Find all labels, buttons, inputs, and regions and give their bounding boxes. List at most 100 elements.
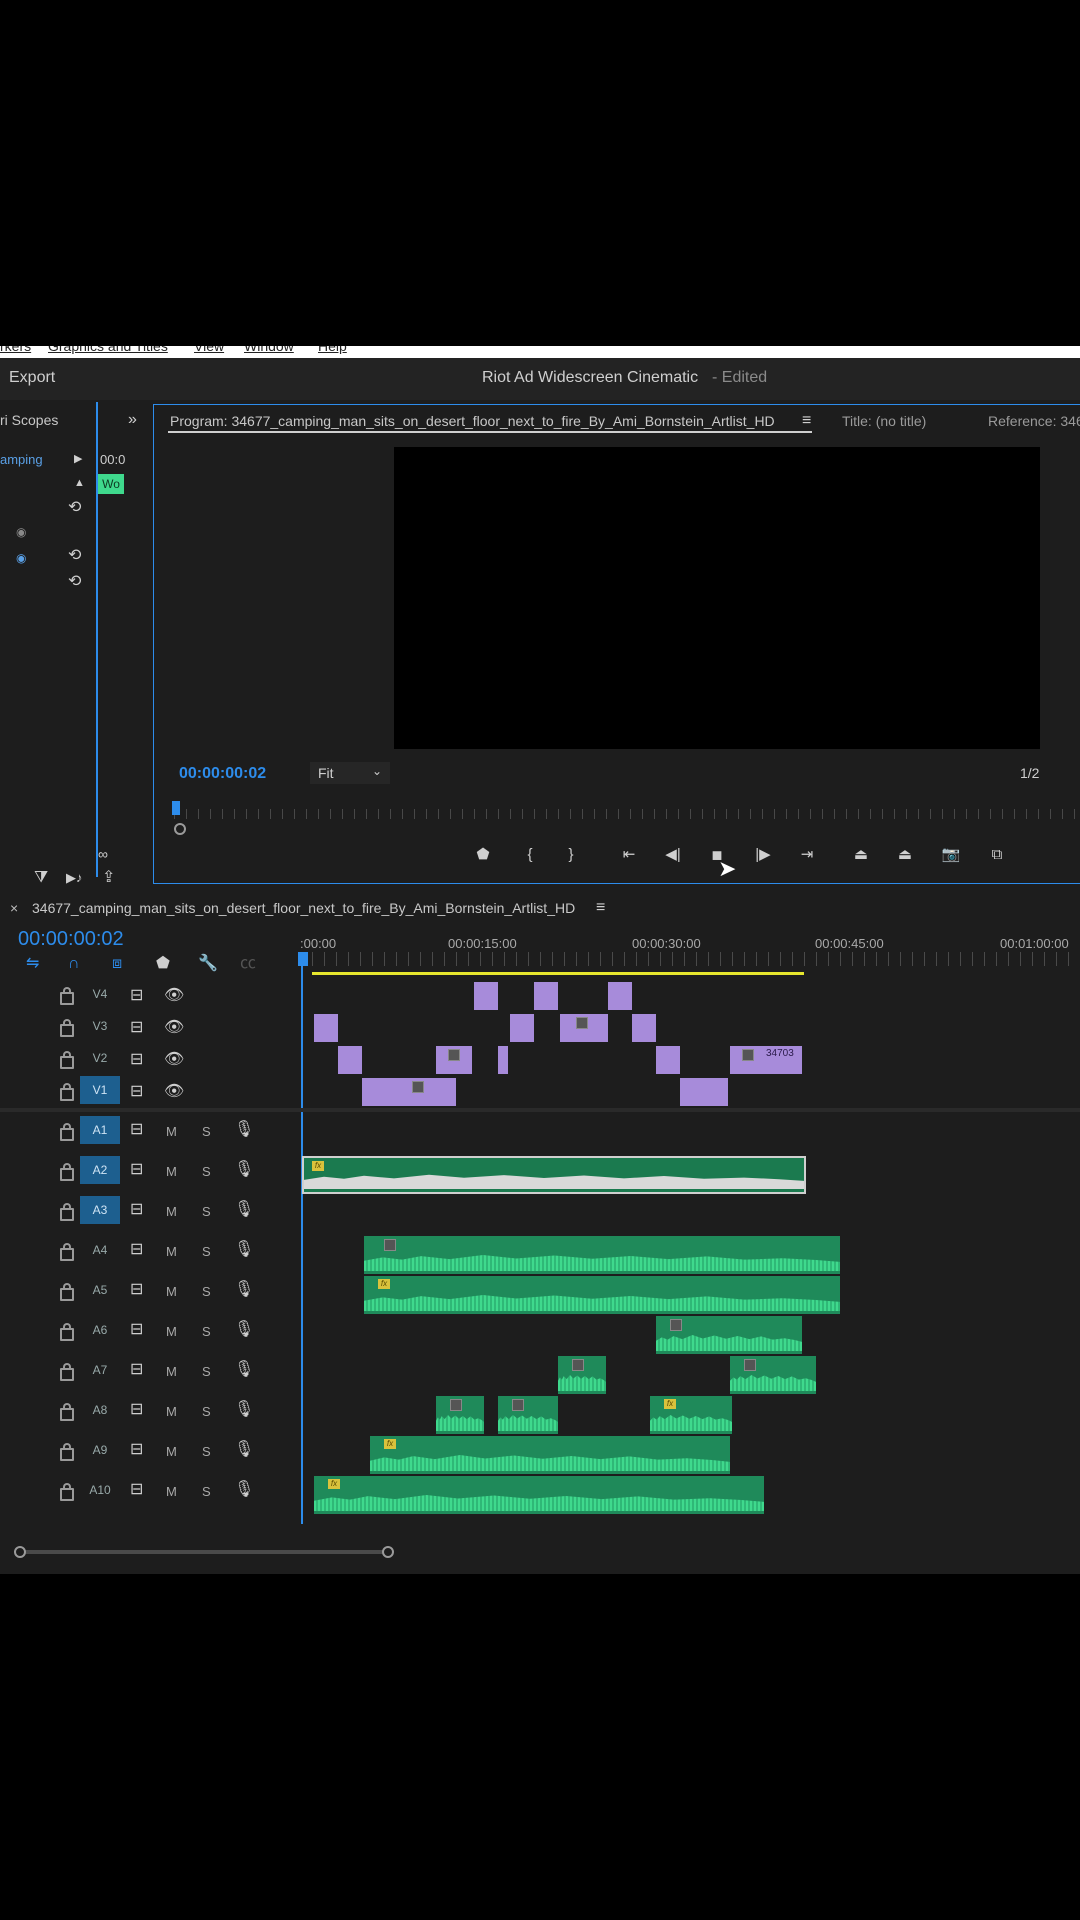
wrench-icon[interactable]: 🔧 bbox=[198, 956, 218, 972]
audio-clip-a8-3[interactable]: fx bbox=[650, 1396, 732, 1434]
sync-lock-icon[interactable]: ⊟ bbox=[130, 1282, 143, 1298]
camera-icon[interactable]: 📷 bbox=[938, 844, 964, 866]
step-back-icon[interactable]: ◀| bbox=[660, 844, 686, 866]
program-menu-icon[interactable]: ≡ bbox=[802, 413, 811, 429]
audio-clip-a9[interactable]: fx bbox=[370, 1436, 730, 1474]
video-clip[interactable] bbox=[314, 1014, 338, 1042]
lock-icon[interactable] bbox=[60, 1483, 74, 1501]
captions-icon[interactable]: ㏄ bbox=[240, 956, 256, 972]
title-tab[interactable]: Title: (no title) bbox=[842, 413, 926, 429]
microphone-icon[interactable]: 🎙 bbox=[234, 1242, 254, 1258]
program-playhead[interactable] bbox=[172, 801, 180, 815]
sync-lock-icon[interactable]: ⊟ bbox=[130, 1202, 143, 1218]
track-name[interactable]: A2 bbox=[80, 1156, 120, 1184]
sync-lock-icon[interactable]: ⊟ bbox=[130, 1482, 143, 1498]
work-area-bar[interactable] bbox=[312, 972, 804, 975]
sync-lock-icon[interactable]: ⊟ bbox=[130, 1162, 143, 1178]
microphone-icon[interactable]: 🎙 bbox=[234, 1122, 254, 1138]
mark-out-icon[interactable]: } bbox=[558, 844, 584, 866]
lock-icon[interactable] bbox=[60, 1051, 74, 1069]
collapse-triangle-icon[interactable]: ▲ bbox=[74, 475, 85, 491]
video-clip[interactable] bbox=[338, 1046, 362, 1074]
nest-icon[interactable]: ⇋ bbox=[26, 956, 39, 972]
lift-icon[interactable]: ⏏ bbox=[848, 844, 874, 866]
eye-icon[interactable]: 👁 bbox=[164, 1020, 184, 1036]
sync-lock-icon[interactable]: ⊟ bbox=[130, 1242, 143, 1258]
go-to-out-icon[interactable]: ⇥ bbox=[794, 844, 820, 866]
program-tab[interactable]: Program: 34677_camping_man_sits_on_deser… bbox=[170, 413, 775, 429]
sync-lock-icon[interactable]: ⊟ bbox=[130, 1020, 143, 1036]
play-triangle-icon[interactable]: ▶ bbox=[74, 451, 82, 467]
program-video-frame[interactable] bbox=[394, 447, 1040, 749]
mute-button[interactable]: M bbox=[166, 1204, 177, 1219]
solo-button[interactable]: S bbox=[202, 1164, 211, 1179]
sync-lock-icon[interactable]: ⊟ bbox=[130, 988, 143, 1004]
eye-icon[interactable]: 👁 bbox=[164, 988, 184, 1004]
extract-icon[interactable]: ⏏ bbox=[892, 844, 918, 866]
comparison-view-icon[interactable]: ⧉ bbox=[984, 844, 1010, 866]
audio-clip-a5[interactable]: fx bbox=[364, 1276, 840, 1314]
solo-button[interactable]: S bbox=[202, 1444, 211, 1459]
lock-icon[interactable] bbox=[60, 1323, 74, 1341]
track-name[interactable]: A9 bbox=[80, 1436, 120, 1464]
video-clip[interactable] bbox=[560, 1014, 608, 1042]
mute-button[interactable]: M bbox=[166, 1364, 177, 1379]
audio-clip-a2[interactable]: fx bbox=[302, 1156, 806, 1194]
keyframe-active-icon[interactable]: ◉ bbox=[16, 550, 26, 566]
menu-help[interactable]: Help bbox=[318, 346, 347, 354]
track-name[interactable]: A10 bbox=[80, 1476, 120, 1504]
timeline-ruler[interactable] bbox=[300, 952, 1080, 966]
video-clip[interactable] bbox=[436, 1046, 472, 1074]
video-clip[interactable] bbox=[362, 1078, 398, 1106]
sync-lock-icon[interactable]: ⊟ bbox=[130, 1122, 143, 1138]
mute-button[interactable]: M bbox=[166, 1444, 177, 1459]
filter-icon[interactable]: ⧩ bbox=[34, 870, 48, 886]
step-forward-icon[interactable]: |▶ bbox=[750, 844, 776, 866]
menu-markers[interactable]: rkers bbox=[0, 346, 31, 354]
solo-button[interactable]: S bbox=[202, 1124, 211, 1139]
video-clip[interactable] bbox=[534, 982, 558, 1010]
sync-lock-icon[interactable]: ⊟ bbox=[130, 1052, 143, 1068]
lock-icon[interactable] bbox=[60, 1243, 74, 1261]
microphone-icon[interactable]: 🎙 bbox=[234, 1282, 254, 1298]
mute-button[interactable]: M bbox=[166, 1404, 177, 1419]
export-tab[interactable]: Export bbox=[9, 369, 55, 387]
reset-icon-2[interactable]: ⟲ bbox=[68, 548, 81, 564]
lock-icon[interactable] bbox=[60, 1083, 74, 1101]
lock-icon[interactable] bbox=[60, 1403, 74, 1421]
timeline-playhead[interactable] bbox=[298, 952, 308, 966]
sequence-menu-icon[interactable]: ≡ bbox=[596, 900, 605, 916]
play-audio-icon[interactable]: ▶♪ bbox=[66, 870, 83, 886]
reference-tab[interactable]: Reference: 346 bbox=[988, 413, 1080, 429]
sync-lock-icon[interactable]: ⊟ bbox=[130, 1402, 143, 1418]
lock-icon[interactable] bbox=[60, 1443, 74, 1461]
video-clip[interactable] bbox=[474, 982, 498, 1010]
scopes-tab[interactable]: ri Scopes bbox=[0, 412, 58, 428]
mute-button[interactable]: M bbox=[166, 1484, 177, 1499]
video-clip[interactable] bbox=[498, 1046, 508, 1074]
track-name[interactable]: V1 bbox=[80, 1076, 120, 1104]
source-item-label[interactable]: amping bbox=[0, 452, 43, 467]
track-name[interactable]: V4 bbox=[80, 980, 120, 1008]
solo-button[interactable]: S bbox=[202, 1404, 211, 1419]
audio-clip-a7-1[interactable] bbox=[558, 1356, 606, 1394]
lock-icon[interactable] bbox=[60, 1363, 74, 1381]
solo-button[interactable]: S bbox=[202, 1244, 211, 1259]
audio-clip-a6[interactable] bbox=[656, 1316, 802, 1354]
mute-button[interactable]: M bbox=[166, 1324, 177, 1339]
lock-icon[interactable] bbox=[60, 987, 74, 1005]
lock-icon[interactable] bbox=[60, 1283, 74, 1301]
track-name[interactable]: A4 bbox=[80, 1236, 120, 1264]
close-icon[interactable]: × bbox=[10, 900, 18, 916]
sync-lock-icon[interactable]: ⊟ bbox=[130, 1362, 143, 1378]
sync-lock-icon[interactable]: ⊟ bbox=[130, 1084, 143, 1100]
video-clip[interactable] bbox=[398, 1078, 456, 1106]
solo-button[interactable]: S bbox=[202, 1204, 211, 1219]
sync-lock-icon[interactable]: ⊟ bbox=[130, 1322, 143, 1338]
menu-graphics-titles[interactable]: Graphics and Titles bbox=[48, 346, 168, 354]
microphone-icon[interactable]: 🎙 bbox=[234, 1322, 254, 1338]
solo-button[interactable]: S bbox=[202, 1324, 211, 1339]
eye-icon[interactable]: 👁 bbox=[164, 1052, 184, 1068]
video-clip[interactable] bbox=[510, 1014, 534, 1042]
program-timecode[interactable]: 00:00:00:02 bbox=[179, 765, 266, 783]
